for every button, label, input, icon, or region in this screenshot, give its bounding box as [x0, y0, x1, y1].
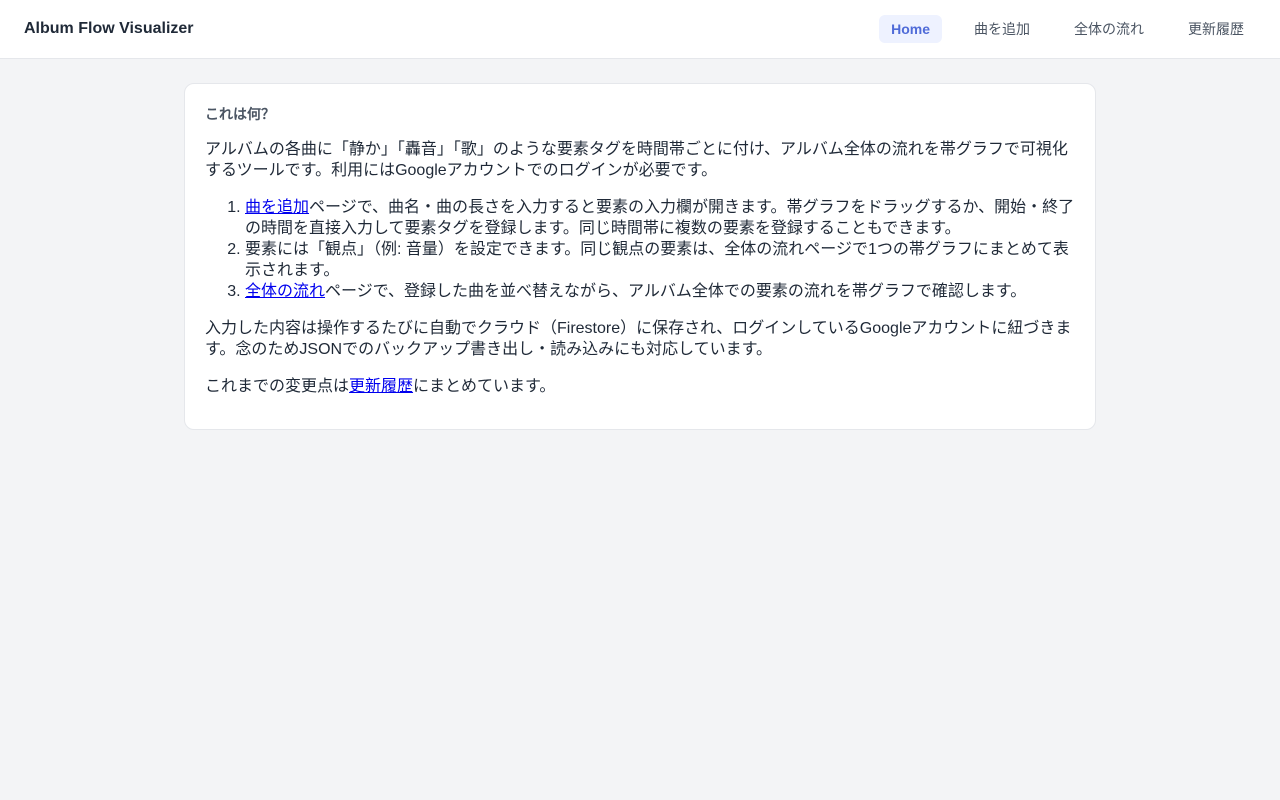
- app-header: Album Flow Visualizer Home 曲を追加 全体の流れ 更新…: [0, 0, 1280, 59]
- nav-overall-flow[interactable]: 全体の流れ: [1062, 13, 1156, 45]
- nav-add-song[interactable]: 曲を追加: [962, 13, 1042, 45]
- list-item: 全体の流れページで、登録した曲を並べ替えながら、アルバム全体での要素の流れを帯グ…: [245, 281, 1075, 302]
- nav-changelog[interactable]: 更新履歴: [1176, 13, 1256, 45]
- changelog-link[interactable]: 更新履歴: [349, 378, 413, 395]
- list-item: 曲を追加ページで、曲名・曲の長さを入力すると要素の入力欄が開きます。帯グラフをド…: [245, 197, 1075, 239]
- add-song-link[interactable]: 曲を追加: [245, 199, 309, 216]
- step-text: ページで、登録した曲を並べ替えながら、アルバム全体での要素の流れを帯グラフで確認…: [325, 283, 1027, 300]
- intro-text: アルバムの各曲に「静か」「轟音」「歌」のような要素タグを時間帯ごとに付け、アルバ…: [205, 141, 1068, 179]
- history-text: これまでの変更点は更新履歴にまとめています。: [205, 376, 1075, 397]
- nav-home[interactable]: Home: [879, 15, 942, 43]
- about-card: これは何？ アルバムの各曲に「静か」「轟音」「歌」のような要素タグを時間帯ごとに…: [184, 83, 1096, 430]
- card-title: これは何？: [205, 106, 275, 122]
- step-text: 要素には「観点」（例: 音量）を設定できます。同じ観点の要素は、全体の流れページ…: [245, 241, 1069, 279]
- list-item: 要素には「観点」（例: 音量）を設定できます。同じ観点の要素は、全体の流れページ…: [245, 239, 1075, 281]
- app-title: Album Flow Visualizer: [24, 20, 194, 37]
- storage-text: 入力した内容は操作するたびに自動でクラウド（Firestore）に保存され、ログ…: [205, 320, 1072, 358]
- step-text: ページで、曲名・曲の長さを入力すると要素の入力欄が開きます。帯グラフをドラッグす…: [245, 199, 1075, 237]
- history-suffix: にまとめています。: [413, 378, 556, 395]
- overall-flow-link[interactable]: 全体の流れ: [245, 283, 325, 300]
- steps-list: 曲を追加ページで、曲名・曲の長さを入力すると要素の入力欄が開きます。帯グラフをド…: [245, 197, 1075, 302]
- history-prefix: これまでの変更点は: [205, 378, 350, 395]
- main-nav: Home 曲を追加 全体の流れ 更新履歴: [879, 13, 1256, 45]
